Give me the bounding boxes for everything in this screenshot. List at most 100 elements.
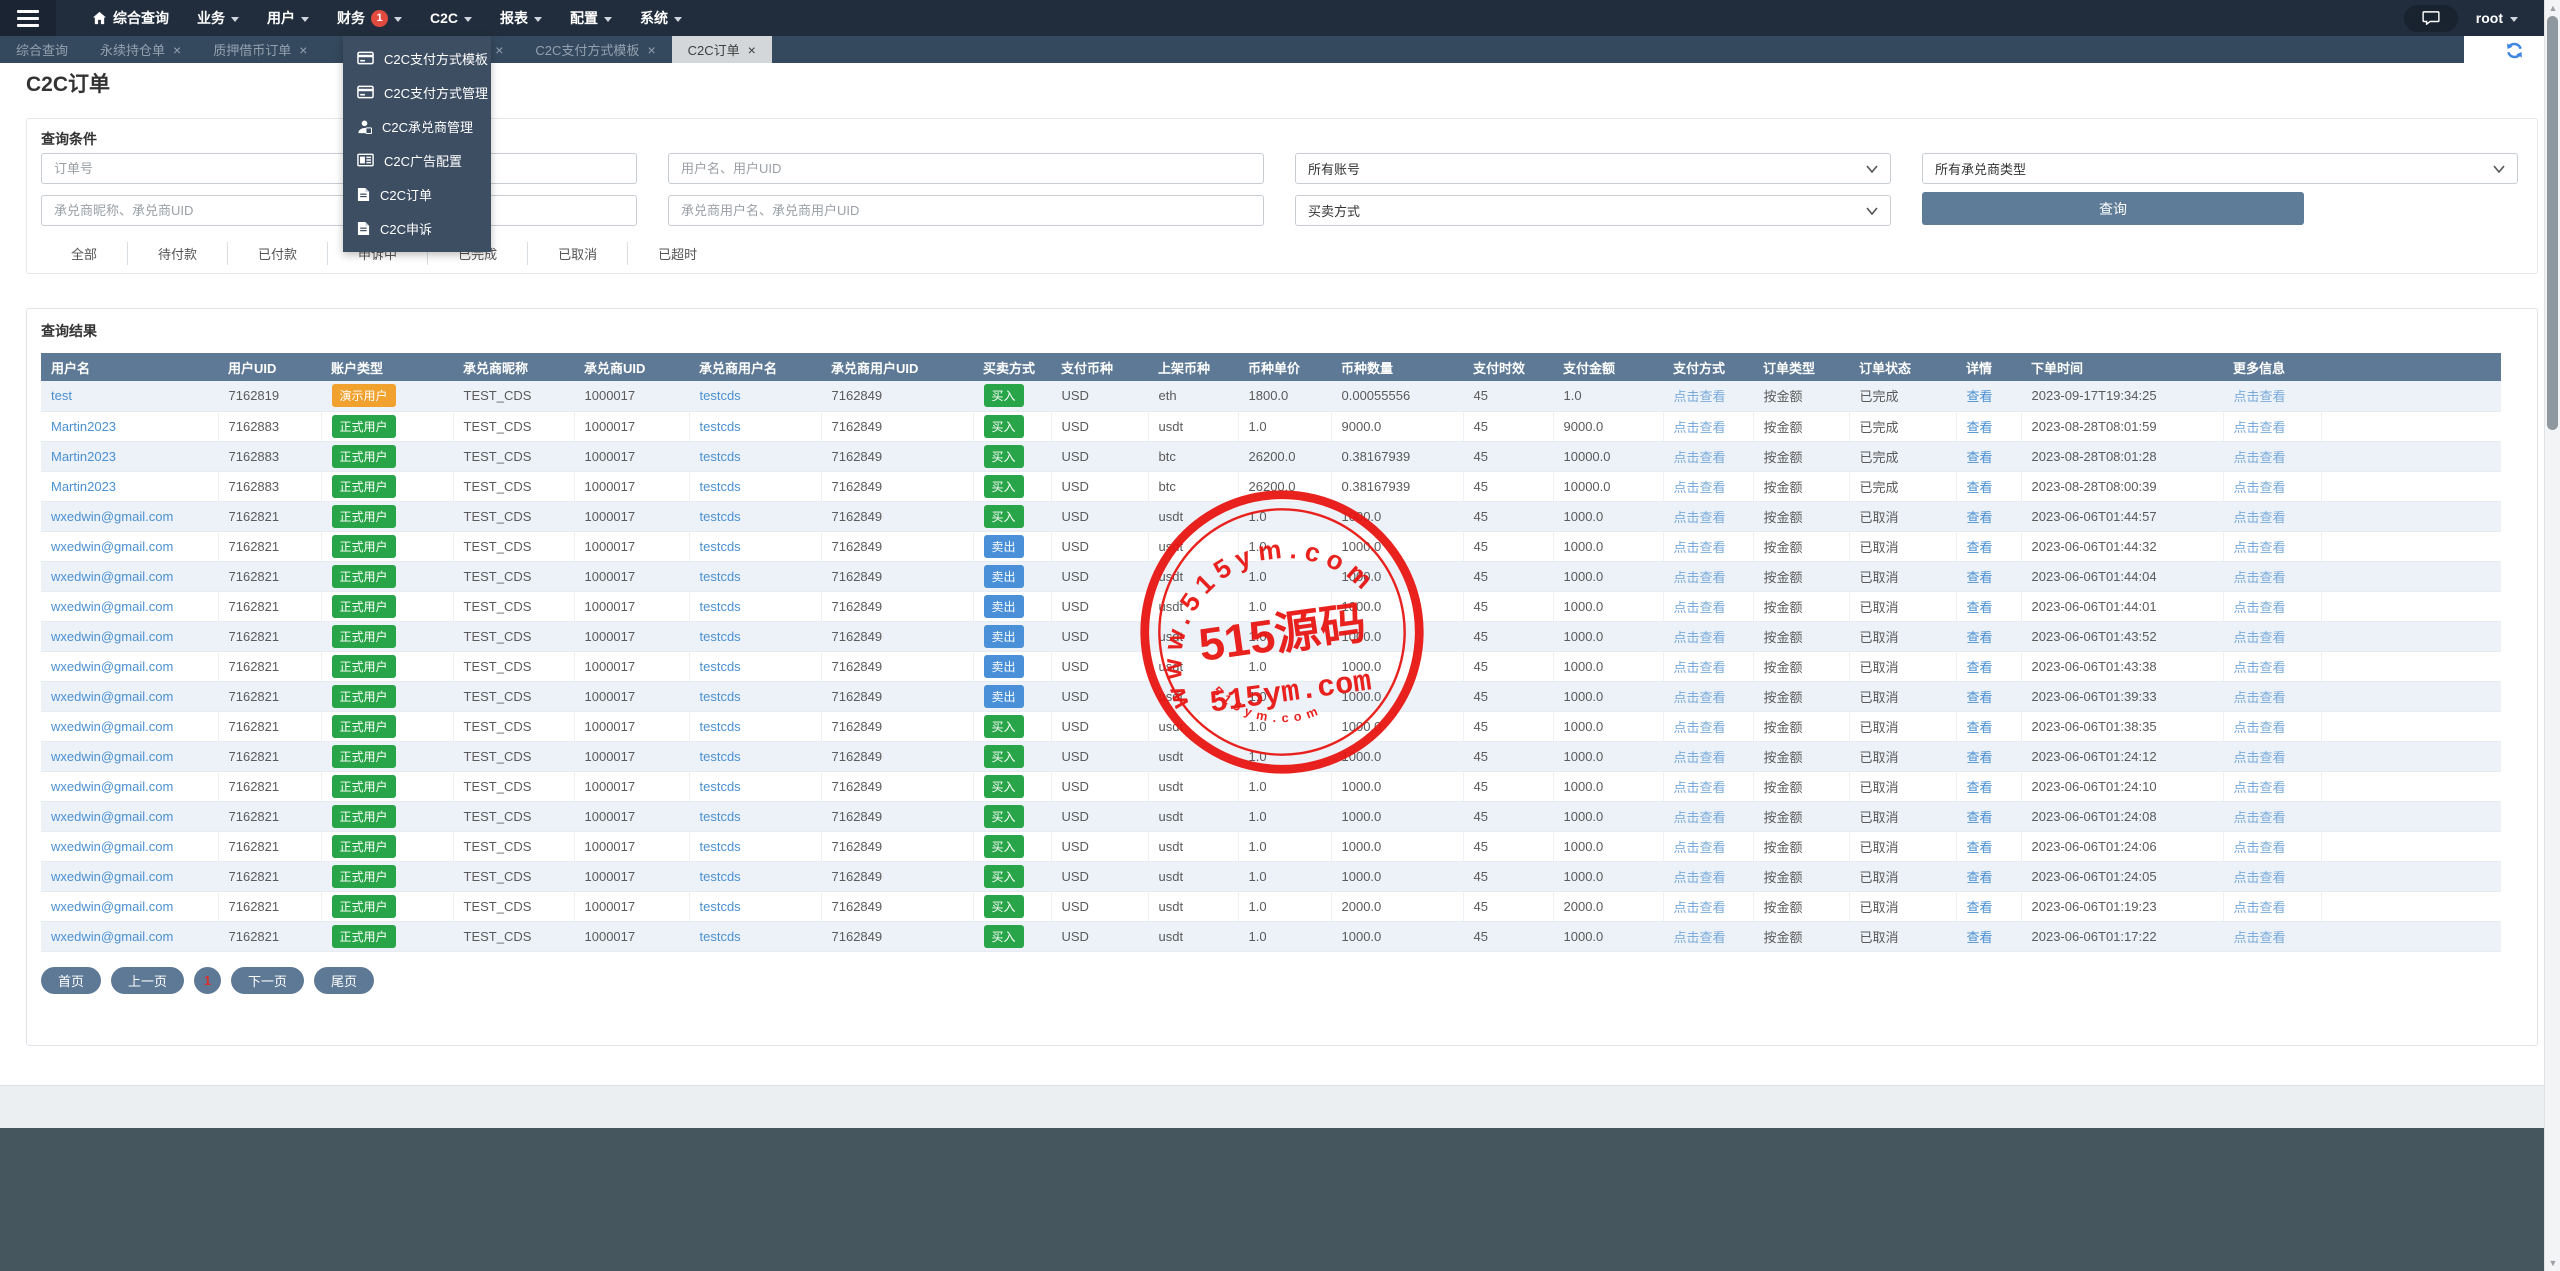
tab-综合查询[interactable]: 综合查询 — [0, 36, 84, 63]
pay-method-link[interactable]: 点击查看 — [1674, 840, 1726, 855]
detail-link[interactable]: 查看 — [1967, 870, 1993, 885]
pay-method-link[interactable]: 点击查看 — [1674, 540, 1726, 555]
status-tab-已取消[interactable]: 已取消 — [528, 242, 629, 265]
pay-method-link[interactable]: 点击查看 — [1674, 690, 1726, 705]
detail-link[interactable]: 查看 — [1967, 930, 1993, 945]
more-info-link[interactable]: 点击查看 — [2234, 870, 2286, 885]
detail-link[interactable]: 查看 — [1967, 450, 1993, 465]
user-search-input[interactable] — [668, 153, 1264, 184]
username-link[interactable]: wxedwin@gmail.com — [51, 509, 173, 524]
menu-item-C2C承兑商管理[interactable]: C2C承兑商管理 — [343, 109, 491, 143]
refresh-button[interactable] — [2500, 39, 2528, 61]
acceptor-username-link[interactable]: testcds — [700, 719, 741, 734]
nav-item-C2C[interactable]: C2C — [416, 0, 486, 36]
close-icon[interactable]: × — [173, 43, 181, 57]
pay-method-link[interactable]: 点击查看 — [1674, 630, 1726, 645]
detail-link[interactable]: 查看 — [1967, 510, 1993, 525]
detail-link[interactable]: 查看 — [1967, 540, 1993, 555]
username-link[interactable]: Martin2023 — [51, 479, 116, 494]
pay-method-link[interactable]: 点击查看 — [1674, 900, 1726, 915]
acceptor-username-link[interactable]: testcds — [700, 899, 741, 914]
menu-item-C2C申诉[interactable]: C2C申诉 — [343, 211, 491, 245]
detail-link[interactable]: 查看 — [1967, 900, 1993, 915]
acceptor-username-link[interactable]: testcds — [700, 839, 741, 854]
username-link[interactable]: wxedwin@gmail.com — [51, 539, 173, 554]
detail-link[interactable]: 查看 — [1967, 660, 1993, 675]
tab-永续持仓单[interactable]: 永续持仓单 × — [84, 36, 197, 63]
account-filter-select[interactable]: 所有账号 — [1295, 153, 1891, 184]
close-icon[interactable]: × — [495, 43, 503, 57]
pay-method-link[interactable]: 点击查看 — [1674, 389, 1726, 404]
more-info-link[interactable]: 点击查看 — [2234, 750, 2286, 765]
username-link[interactable]: wxedwin@gmail.com — [51, 779, 173, 794]
username-link[interactable]: wxedwin@gmail.com — [51, 809, 173, 824]
acceptor-username-link[interactable]: testcds — [700, 599, 741, 614]
scrollbar-thumb[interactable] — [2547, 16, 2558, 430]
username-link[interactable]: wxedwin@gmail.com — [51, 749, 173, 764]
nav-item-综合查询[interactable]: 综合查询 — [78, 0, 183, 36]
username-link[interactable]: wxedwin@gmail.com — [51, 869, 173, 884]
detail-link[interactable]: 查看 — [1967, 600, 1993, 615]
more-info-link[interactable]: 点击查看 — [2234, 510, 2286, 525]
pay-method-link[interactable]: 点击查看 — [1674, 870, 1726, 885]
acceptor-username-link[interactable]: testcds — [700, 629, 741, 644]
pay-method-link[interactable]: 点击查看 — [1674, 810, 1726, 825]
more-info-link[interactable]: 点击查看 — [2234, 840, 2286, 855]
more-info-link[interactable]: 点击查看 — [2234, 720, 2286, 735]
username-link[interactable]: wxedwin@gmail.com — [51, 929, 173, 944]
detail-link[interactable]: 查看 — [1967, 840, 1993, 855]
username-link[interactable]: wxedwin@gmail.com — [51, 629, 173, 644]
username-link[interactable]: wxedwin@gmail.com — [51, 719, 173, 734]
first-page-button[interactable]: 首页 — [41, 967, 102, 994]
pay-method-link[interactable]: 点击查看 — [1674, 570, 1726, 585]
close-icon[interactable]: × — [299, 43, 307, 57]
detail-link[interactable]: 查看 — [1967, 480, 1993, 495]
order-no-input[interactable] — [41, 153, 637, 184]
acceptor-username-link[interactable]: testcds — [700, 479, 741, 494]
more-info-link[interactable]: 点击查看 — [2234, 540, 2286, 555]
more-info-link[interactable]: 点击查看 — [2234, 420, 2286, 435]
more-info-link[interactable]: 点击查看 — [2234, 690, 2286, 705]
messages-button[interactable] — [2403, 4, 2458, 32]
status-tab-已付款[interactable]: 已付款 — [228, 242, 329, 265]
more-info-link[interactable]: 点击查看 — [2234, 570, 2286, 585]
scroll-down-icon[interactable]: ▼ — [2545, 1255, 2560, 1271]
username-link[interactable]: wxedwin@gmail.com — [51, 599, 173, 614]
detail-link[interactable]: 查看 — [1967, 810, 1993, 825]
acceptor-username-link[interactable]: testcds — [700, 869, 741, 884]
search-button[interactable]: 查询 — [1922, 192, 2304, 225]
acceptor-search-input[interactable] — [41, 195, 637, 226]
status-tab-已超时[interactable]: 已超时 — [628, 242, 727, 265]
username-link[interactable]: wxedwin@gmail.com — [51, 569, 173, 584]
username-link[interactable]: wxedwin@gmail.com — [51, 689, 173, 704]
status-tab-待付款[interactable]: 待付款 — [128, 242, 229, 265]
close-icon[interactable]: × — [647, 43, 655, 57]
acceptor-user-search-input[interactable] — [668, 195, 1264, 226]
nav-item-配置[interactable]: 配置 — [556, 0, 626, 36]
acceptor-username-link[interactable]: testcds — [700, 569, 741, 584]
username-link[interactable]: wxedwin@gmail.com — [51, 659, 173, 674]
pay-method-link[interactable]: 点击查看 — [1674, 510, 1726, 525]
more-info-link[interactable]: 点击查看 — [2234, 660, 2286, 675]
acceptor-username-link[interactable]: testcds — [700, 929, 741, 944]
more-info-link[interactable]: 点击查看 — [2234, 480, 2286, 495]
detail-link[interactable]: 查看 — [1967, 720, 1993, 735]
nav-item-用户[interactable]: 用户 — [253, 0, 323, 36]
acceptor-username-link[interactable]: testcds — [700, 539, 741, 554]
trade-side-select[interactable]: 买卖方式 — [1295, 195, 1891, 226]
username-link[interactable]: wxedwin@gmail.com — [51, 899, 173, 914]
detail-link[interactable]: 查看 — [1967, 389, 1993, 404]
acceptor-username-link[interactable]: testcds — [700, 388, 741, 403]
nav-item-业务[interactable]: 业务 — [183, 0, 253, 36]
more-info-link[interactable]: 点击查看 — [2234, 780, 2286, 795]
nav-item-报表[interactable]: 报表 — [486, 0, 556, 36]
more-info-link[interactable]: 点击查看 — [2234, 630, 2286, 645]
detail-link[interactable]: 查看 — [1967, 690, 1993, 705]
pay-method-link[interactable]: 点击查看 — [1674, 450, 1726, 465]
vertical-scrollbar[interactable]: ▲ ▼ — [2544, 0, 2560, 1271]
pay-method-link[interactable]: 点击查看 — [1674, 720, 1726, 735]
status-tab-全部[interactable]: 全部 — [41, 242, 129, 265]
prev-page-button[interactable]: 上一页 — [111, 967, 185, 994]
username-link[interactable]: Martin2023 — [51, 419, 116, 434]
username-link[interactable]: wxedwin@gmail.com — [51, 839, 173, 854]
